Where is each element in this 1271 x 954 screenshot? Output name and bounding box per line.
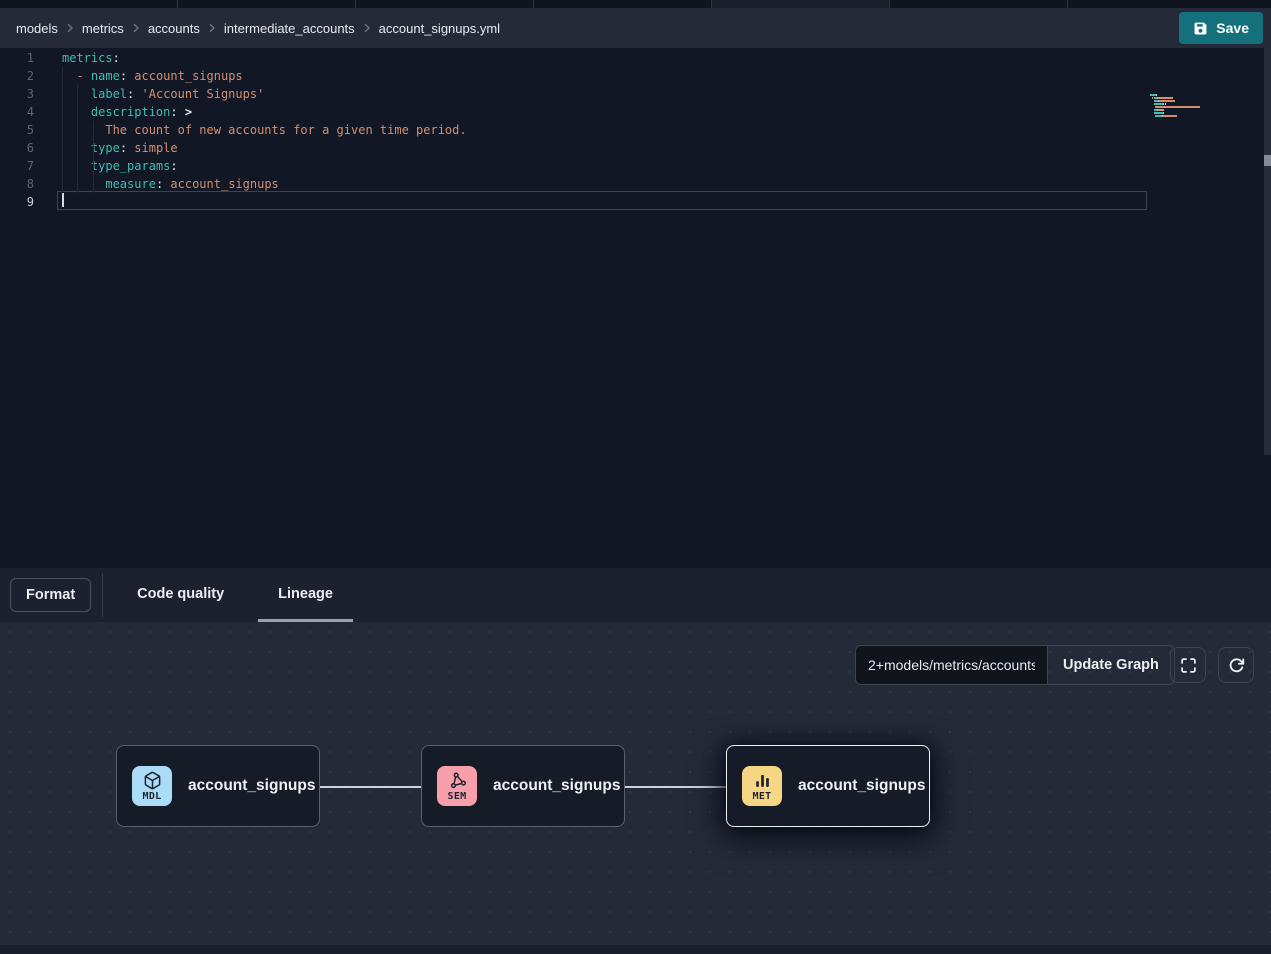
- breadcrumb-item[interactable]: intermediate_accounts: [224, 21, 355, 36]
- breadcrumb: models metrics accounts intermediate_accoun…: [16, 21, 500, 36]
- node-label: account_signups: [493, 777, 620, 795]
- code-text: metrics:: [62, 49, 120, 67]
- top-tab[interactable]: [356, 0, 534, 8]
- node-label: account_signups: [188, 777, 315, 795]
- lineage-node-sem[interactable]: SEM account_signups: [421, 745, 625, 827]
- editor-scrollbar[interactable]: [1264, 48, 1271, 455]
- line-number: 4: [0, 103, 34, 121]
- line-number: 5: [0, 121, 34, 139]
- line-number: 3: [0, 85, 34, 103]
- code-line[interactable]: 3 label: 'Account Signups': [0, 85, 1271, 103]
- top-tab[interactable]: [0, 0, 178, 8]
- code-line[interactable]: 6 type: simple: [0, 139, 1271, 157]
- breadcrumb-item[interactable]: accounts: [148, 21, 200, 36]
- indent-guide: [62, 67, 63, 193]
- active-line-highlight: [57, 191, 1147, 210]
- code-text: type: simple: [62, 139, 178, 157]
- save-button[interactable]: Save: [1179, 12, 1263, 44]
- minimap[interactable]: [1150, 94, 1212, 121]
- top-tab[interactable]: [1068, 0, 1271, 8]
- node-label: account_signups: [798, 777, 925, 795]
- chevron-right-icon: [362, 23, 372, 33]
- canvas-bottom-strip: [0, 945, 1271, 954]
- code-line[interactable]: 7 type_params:: [0, 157, 1271, 175]
- line-number: 1: [0, 49, 34, 67]
- lineage-node-met[interactable]: MET account_signups: [726, 745, 930, 827]
- breadcrumb-item[interactable]: account_signups.yml: [379, 21, 500, 36]
- tab-code-quality[interactable]: Code quality: [117, 568, 244, 622]
- code-editor[interactable]: 1metrics:2 - name: account_signups3 labe…: [0, 48, 1271, 568]
- line-number: 6: [0, 139, 34, 157]
- code-text: - name: account_signups: [62, 67, 243, 85]
- text-cursor: [62, 193, 64, 207]
- lineage-filter-input[interactable]: [855, 645, 1047, 685]
- code-line[interactable]: 4 description: >: [0, 103, 1271, 121]
- lineage-edge: [320, 786, 421, 788]
- save-button-label: Save: [1216, 20, 1249, 36]
- code-text: The count of new accounts for a given ti…: [62, 121, 467, 139]
- semantic-model-icon: SEM: [437, 766, 477, 806]
- chevron-right-icon: [207, 23, 217, 33]
- indent-guide: [93, 121, 94, 193]
- save-floppy-icon: [1193, 21, 1208, 36]
- node-type-label: SEM: [448, 791, 467, 802]
- top-tab[interactable]: [534, 0, 712, 8]
- format-button[interactable]: Format: [10, 578, 91, 612]
- breadcrumb-item[interactable]: metrics: [82, 21, 124, 36]
- fullscreen-button[interactable]: [1170, 647, 1206, 683]
- lineage-canvas[interactable]: Update Graph MDL account_signups SEM accoun…: [0, 622, 1271, 954]
- tab-lineage[interactable]: Lineage: [258, 568, 353, 622]
- refresh-icon: [1228, 657, 1245, 674]
- code-line[interactable]: 5 The count of new accounts for a given …: [0, 121, 1271, 139]
- breadcrumb-item[interactable]: models: [16, 21, 58, 36]
- bottom-panel-tabbar: Format Code quality Lineage: [0, 568, 1271, 622]
- chevron-right-icon: [131, 23, 141, 33]
- lineage-edge: [625, 786, 726, 788]
- node-type-label: MET: [753, 791, 772, 802]
- update-graph-button[interactable]: Update Graph: [1047, 645, 1175, 685]
- chevron-right-icon: [65, 23, 75, 33]
- fullscreen-icon: [1180, 657, 1197, 674]
- lineage-node-mdl[interactable]: MDL account_signups: [116, 745, 320, 827]
- line-number: 9: [0, 193, 34, 211]
- line-number: 8: [0, 175, 34, 193]
- top-tab[interactable]: [890, 0, 1068, 8]
- top-tab[interactable]: [178, 0, 356, 8]
- editor-scrollbar-thumb[interactable]: [1264, 155, 1271, 166]
- metric-bars-icon: MET: [742, 766, 782, 806]
- code-line[interactable]: 1 metrics:: [0, 49, 1271, 67]
- top-tab[interactable]: [712, 0, 890, 8]
- indent-guide: [77, 85, 78, 193]
- code-line[interactable]: 2 - name: account_signups: [0, 67, 1271, 85]
- code-text: label: 'Account Signups': [62, 85, 264, 103]
- code-text: type_params:: [62, 157, 178, 175]
- line-number: 2: [0, 67, 34, 85]
- node-type-label: MDL: [143, 791, 162, 802]
- code-text: description: >: [62, 103, 192, 121]
- cube-icon: MDL: [132, 766, 172, 806]
- line-number: 7: [0, 157, 34, 175]
- top-tab-strip: [0, 0, 1271, 8]
- lineage-controls: Update Graph: [855, 645, 1175, 685]
- refresh-graph-button[interactable]: [1218, 647, 1254, 683]
- breadcrumb-bar: models metrics accounts intermediate_accoun…: [0, 8, 1271, 48]
